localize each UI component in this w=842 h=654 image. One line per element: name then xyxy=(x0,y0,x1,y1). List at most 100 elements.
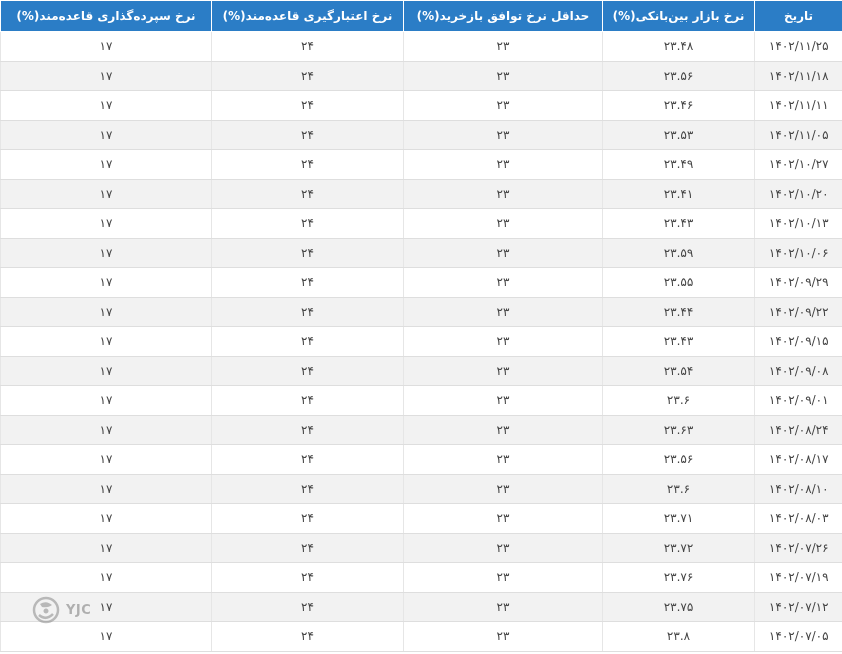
table-row: ۱۴۰۲/۰۹/۱۵ ۲۳.۴۳ ۲۳ ۲۴ ۱۷ xyxy=(0,326,842,357)
cell-date: ۱۴۰۲/۱۰/۲۷ xyxy=(754,149,842,180)
cell-date: ۱۴۰۲/۱۰/۱۳ xyxy=(754,208,842,239)
cell-min-repo-rate: ۲۳ xyxy=(403,326,603,357)
table-row: ۱۴۰۲/۰۷/۱۹ ۲۳.۷۶ ۲۳ ۲۴ ۱۷ xyxy=(0,562,842,593)
table-row: ۱۴۰۲/۰۷/۱۲ ۲۳.۷۵ ۲۳ ۲۴ ۱۷ xyxy=(0,592,842,622)
cell-date: ۱۴۰۲/۱۰/۲۰ xyxy=(754,179,842,209)
cell-lending-facility-rate: ۲۴ xyxy=(211,297,404,327)
table-row: ۱۴۰۲/۰۸/۰۳ ۲۳.۷۱ ۲۳ ۲۴ ۱۷ xyxy=(0,503,842,534)
table-row: ۱۴۰۲/۰۹/۰۱ ۲۳.۶ ۲۳ ۲۴ ۱۷ xyxy=(0,385,842,416)
cell-deposit-facility-rate: ۱۷ xyxy=(0,90,212,121)
table-row: ۱۴۰۲/۰۷/۰۵ ۲۳.۸ ۲۳ ۲۴ ۱۷ xyxy=(0,621,842,652)
header-date: تاریخ xyxy=(754,0,842,32)
watermark-text: YJC xyxy=(66,602,92,618)
table-row: ۱۴۰۲/۱۰/۱۳ ۲۳.۴۳ ۲۳ ۲۴ ۱۷ xyxy=(0,208,842,239)
cell-min-repo-rate: ۲۳ xyxy=(403,592,603,622)
cell-date: ۱۴۰۲/۰۷/۱۲ xyxy=(754,592,842,622)
table-row: ۱۴۰۲/۱۱/۰۵ ۲۳.۵۳ ۲۳ ۲۴ ۱۷ xyxy=(0,120,842,150)
cell-date: ۱۴۰۲/۰۹/۰۸ xyxy=(754,356,842,386)
cell-lending-facility-rate: ۲۴ xyxy=(211,61,404,91)
cell-deposit-facility-rate: ۱۷ xyxy=(0,415,212,445)
cell-interbank-rate: ۲۳.۵۶ xyxy=(602,61,755,91)
table-row: ۱۴۰۲/۱۰/۰۶ ۲۳.۵۹ ۲۳ ۲۴ ۱۷ xyxy=(0,238,842,268)
cell-min-repo-rate: ۲۳ xyxy=(403,562,603,593)
cell-date: ۱۴۰۲/۰۸/۰۳ xyxy=(754,503,842,534)
cell-interbank-rate: ۲۳.۶۳ xyxy=(602,415,755,445)
cell-date: ۱۴۰۲/۰۹/۱۵ xyxy=(754,326,842,357)
cell-min-repo-rate: ۲۳ xyxy=(403,297,603,327)
cell-date: ۱۴۰۲/۰۹/۲۹ xyxy=(754,267,842,298)
table-row: ۱۴۰۲/۰۸/۱۰ ۲۳.۶ ۲۳ ۲۴ ۱۷ xyxy=(0,474,842,504)
cell-min-repo-rate: ۲۳ xyxy=(403,90,603,121)
cell-deposit-facility-rate: ۱۷ xyxy=(0,503,212,534)
watermark: YJC xyxy=(30,595,91,625)
table-row: ۱۴۰۲/۱۰/۲۷ ۲۳.۴۹ ۲۳ ۲۴ ۱۷ xyxy=(0,149,842,180)
cell-deposit-facility-rate: ۱۷ xyxy=(0,621,212,652)
cell-interbank-rate: ۲۳.۵۶ xyxy=(602,444,755,475)
cell-lending-facility-rate: ۲۴ xyxy=(211,120,404,150)
cell-deposit-facility-rate: ۱۷ xyxy=(0,267,212,298)
cell-lending-facility-rate: ۲۴ xyxy=(211,90,404,121)
cell-min-repo-rate: ۲۳ xyxy=(403,179,603,209)
cell-lending-facility-rate: ۲۴ xyxy=(211,503,404,534)
table-header: تاریخ نرخ بازار بین‌بانکی(%) حداقل نرخ ت… xyxy=(0,0,842,32)
cell-deposit-facility-rate: ۱۷ xyxy=(0,326,212,357)
cell-min-repo-rate: ۲۳ xyxy=(403,238,603,268)
table-row: ۱۴۰۲/۰۸/۱۷ ۲۳.۵۶ ۲۳ ۲۴ ۱۷ xyxy=(0,444,842,475)
cell-deposit-facility-rate: ۱۷ xyxy=(0,238,212,268)
yjc-logo-icon xyxy=(32,596,60,624)
cell-min-repo-rate: ۲۳ xyxy=(403,31,603,62)
cell-interbank-rate: ۲۳.۴۳ xyxy=(602,208,755,239)
cell-lending-facility-rate: ۲۴ xyxy=(211,267,404,298)
cell-deposit-facility-rate: ۱۷ xyxy=(0,356,212,386)
cell-lending-facility-rate: ۲۴ xyxy=(211,592,404,622)
table-row: ۱۴۰۲/۱۱/۱۸ ۲۳.۵۶ ۲۳ ۲۴ ۱۷ xyxy=(0,61,842,91)
cell-lending-facility-rate: ۲۴ xyxy=(211,149,404,180)
cell-interbank-rate: ۲۳.۵۵ xyxy=(602,267,755,298)
cell-min-repo-rate: ۲۳ xyxy=(403,208,603,239)
cell-date: ۱۴۰۲/۰۹/۲۲ xyxy=(754,297,842,327)
cell-deposit-facility-rate: ۱۷ xyxy=(0,297,212,327)
cell-date: ۱۴۰۲/۰۷/۱۹ xyxy=(754,562,842,593)
cell-date: ۱۴۰۲/۰۷/۰۵ xyxy=(754,621,842,652)
cell-deposit-facility-rate: ۱۷ xyxy=(0,31,212,62)
cell-interbank-rate: ۲۳.۴۶ xyxy=(602,90,755,121)
cell-min-repo-rate: ۲۳ xyxy=(403,621,603,652)
cell-lending-facility-rate: ۲۴ xyxy=(211,415,404,445)
cell-min-repo-rate: ۲۳ xyxy=(403,61,603,91)
cell-deposit-facility-rate: ۱۷ xyxy=(0,385,212,416)
cell-interbank-rate: ۲۳.۷۱ xyxy=(602,503,755,534)
cell-min-repo-rate: ۲۳ xyxy=(403,267,603,298)
table-row: ۱۴۰۲/۰۸/۲۴ ۲۳.۶۳ ۲۳ ۲۴ ۱۷ xyxy=(0,415,842,445)
cell-lending-facility-rate: ۲۴ xyxy=(211,31,404,62)
cell-interbank-rate: ۲۳.۴۴ xyxy=(602,297,755,327)
cell-lending-facility-rate: ۲۴ xyxy=(211,356,404,386)
cell-lending-facility-rate: ۲۴ xyxy=(211,385,404,416)
header-row: تاریخ نرخ بازار بین‌بانکی(%) حداقل نرخ ت… xyxy=(0,0,842,32)
cell-deposit-facility-rate: ۱۷ xyxy=(0,562,212,593)
cell-deposit-facility-rate: ۱۷ xyxy=(0,474,212,504)
table-body: ۱۴۰۲/۱۱/۲۵ ۲۳.۴۸ ۲۳ ۲۴ ۱۷ ۱۴۰۲/۱۱/۱۸ ۲۳.۵۶ ۲۳ ۲۴… xyxy=(0,31,842,652)
cell-min-repo-rate: ۲۳ xyxy=(403,503,603,534)
table-row: ۱۴۰۲/۱۱/۱۱ ۲۳.۴۶ ۲۳ ۲۴ ۱۷ xyxy=(0,90,842,121)
cell-date: ۱۴۰۲/۰۸/۱۷ xyxy=(754,444,842,475)
cell-interbank-rate: ۲۳.۵۳ xyxy=(602,120,755,150)
header-interbank-rate: نرخ بازار بین‌بانکی(%) xyxy=(602,0,755,32)
cell-min-repo-rate: ۲۳ xyxy=(403,385,603,416)
cell-interbank-rate: ۲۳.۴۱ xyxy=(602,179,755,209)
cell-interbank-rate: ۲۳.۷۵ xyxy=(602,592,755,622)
cell-date: ۱۴۰۲/۱۰/۰۶ xyxy=(754,238,842,268)
cell-date: ۱۴۰۲/۰۹/۰۱ xyxy=(754,385,842,416)
cell-deposit-facility-rate: ۱۷ xyxy=(0,61,212,91)
cell-lending-facility-rate: ۲۴ xyxy=(211,326,404,357)
cell-deposit-facility-rate: ۱۷ xyxy=(0,120,212,150)
cell-lending-facility-rate: ۲۴ xyxy=(211,444,404,475)
cell-deposit-facility-rate: ۱۷ xyxy=(0,149,212,180)
cell-interbank-rate: ۲۳.۶ xyxy=(602,474,755,504)
cell-min-repo-rate: ۲۳ xyxy=(403,415,603,445)
cell-date: ۱۴۰۲/۱۱/۲۵ xyxy=(754,31,842,62)
table-row: ۱۴۰۲/۰۷/۲۶ ۲۳.۷۲ ۲۳ ۲۴ ۱۷ xyxy=(0,533,842,563)
cell-min-repo-rate: ۲۳ xyxy=(403,533,603,563)
cell-lending-facility-rate: ۲۴ xyxy=(211,474,404,504)
cell-date: ۱۴۰۲/۰۷/۲۶ xyxy=(754,533,842,563)
cell-interbank-rate: ۲۳.۴۳ xyxy=(602,326,755,357)
